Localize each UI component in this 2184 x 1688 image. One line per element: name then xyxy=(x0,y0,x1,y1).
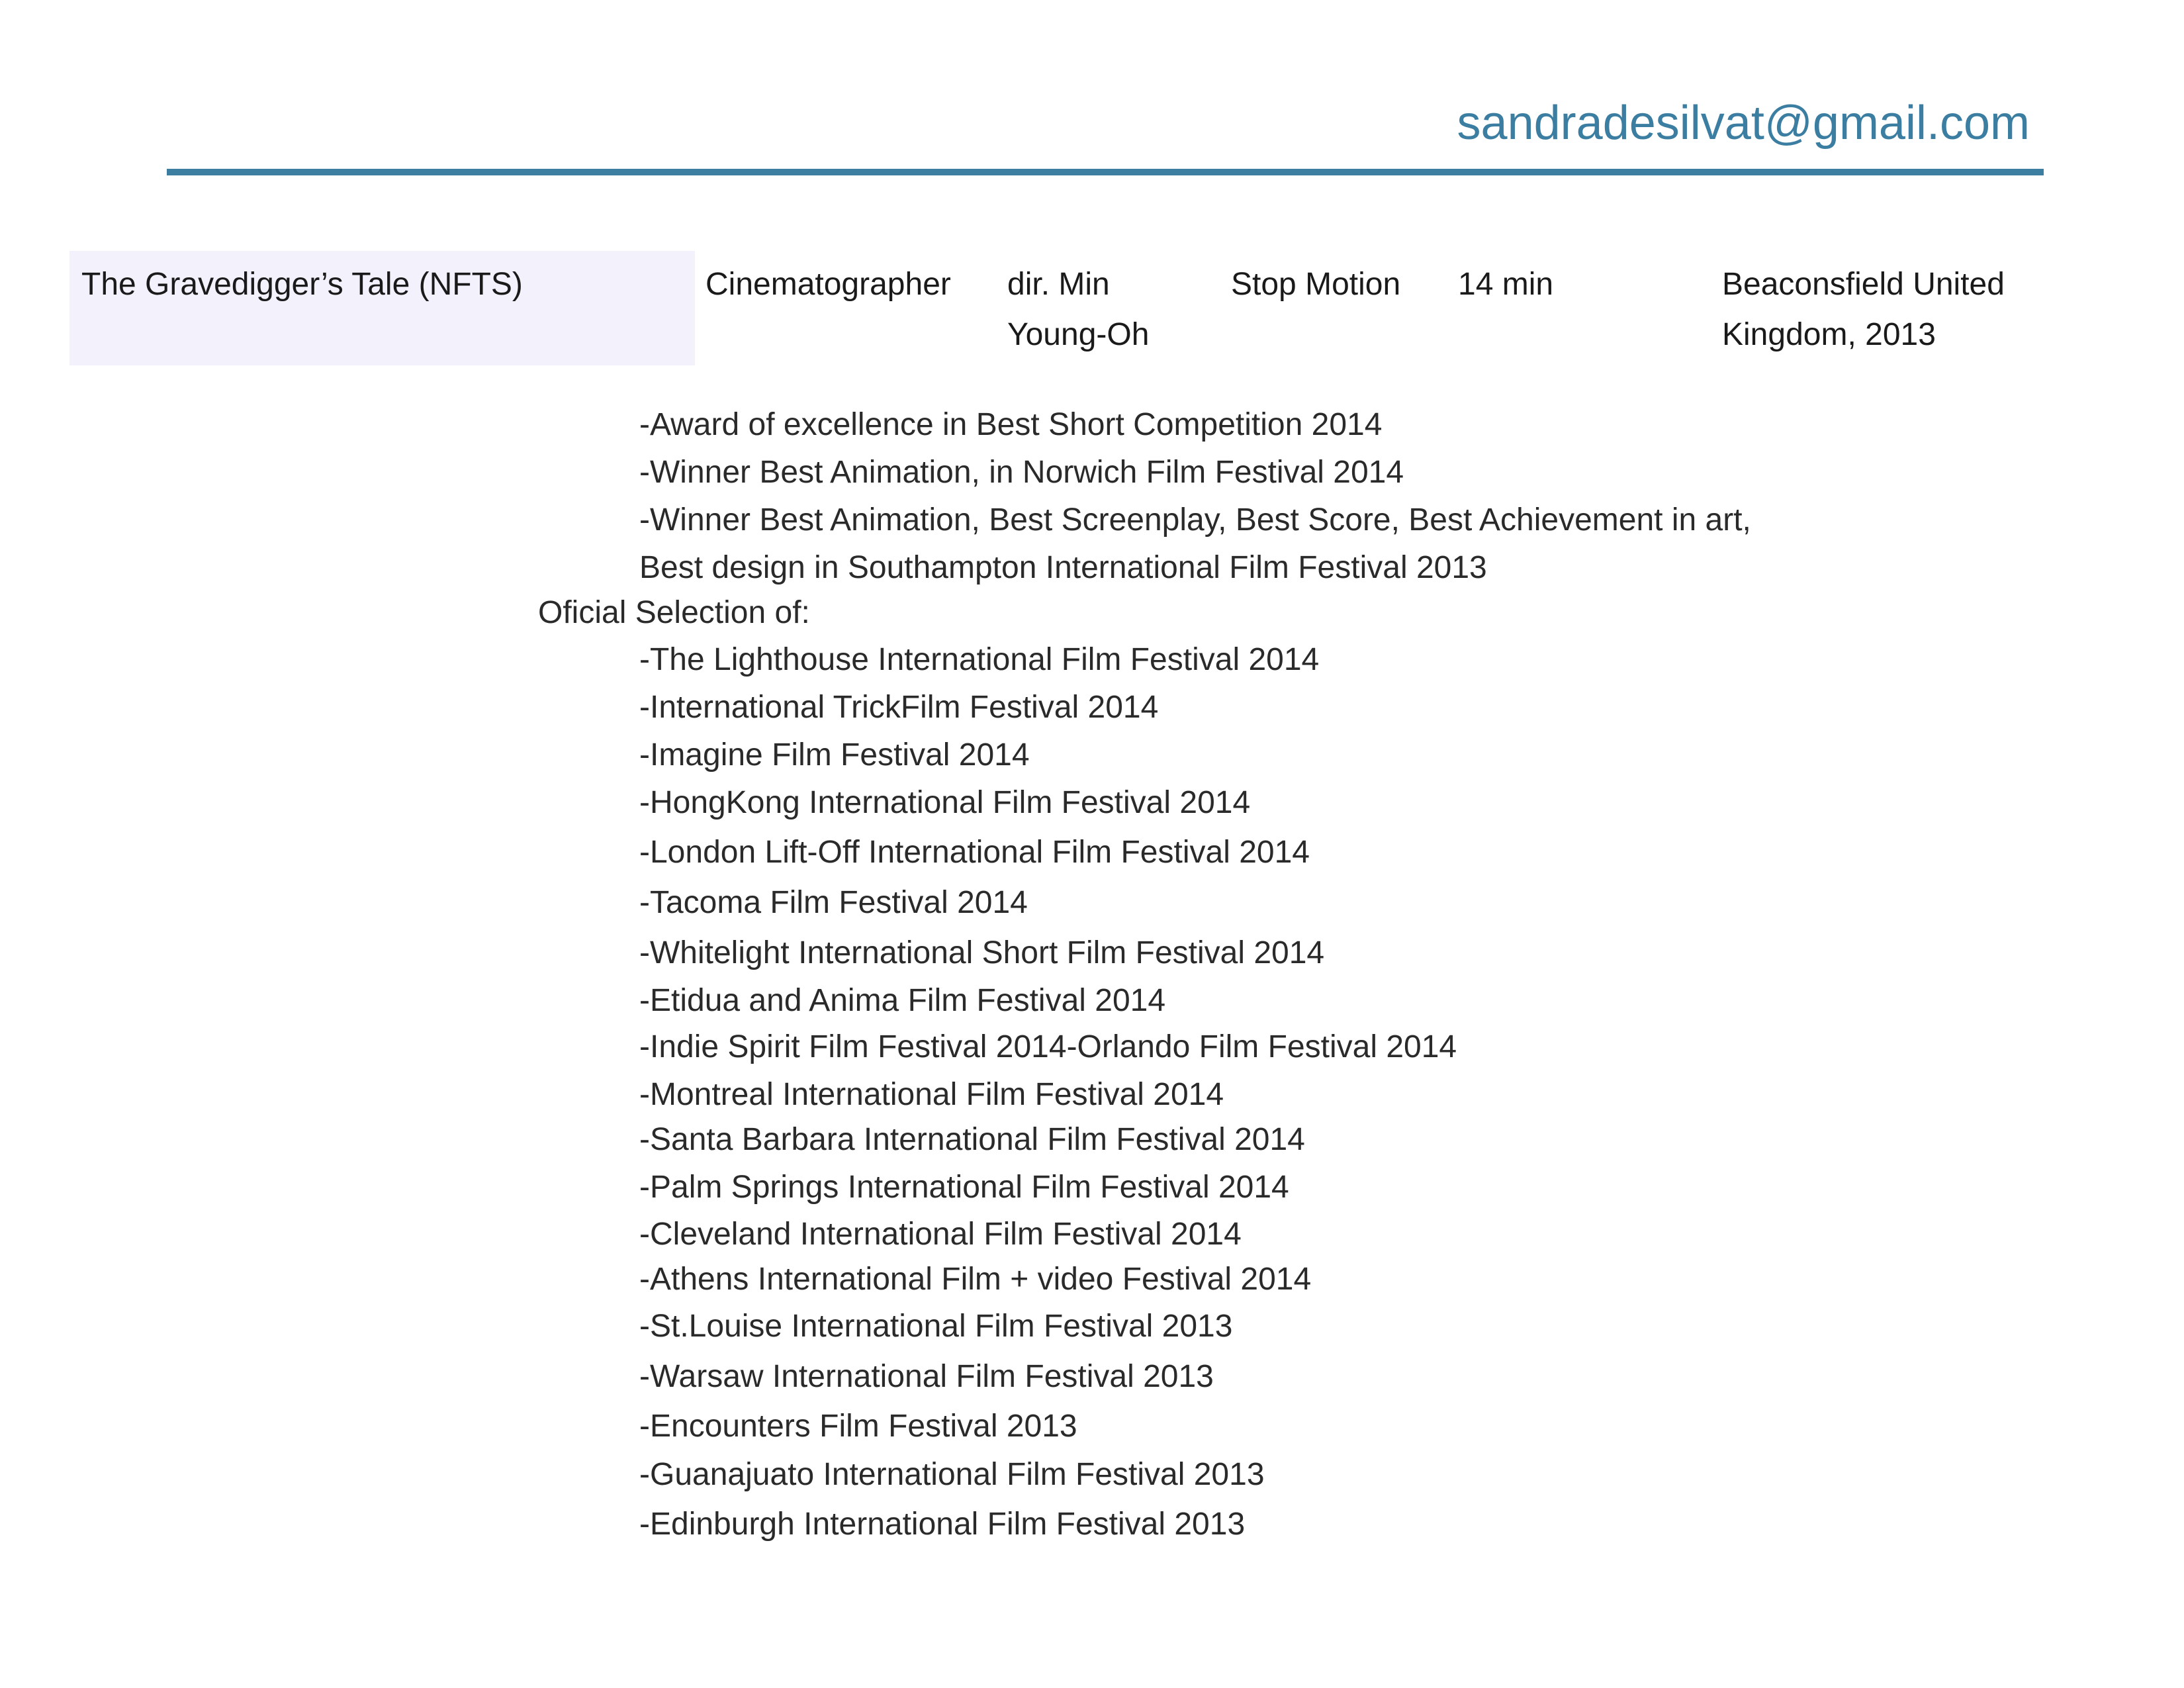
credit-director-line2: Young-Oh xyxy=(1007,317,1150,352)
credit-director-line1: dir. Min xyxy=(1007,267,1110,302)
selection-item: -Imagine Film Festival 2014 xyxy=(639,737,1030,773)
contact-email: sandradesilvat@gmail.com xyxy=(1457,97,2030,150)
credit-technique: Stop Motion xyxy=(1231,267,1401,302)
credit-location: Beaconsfield United Kingdom, 2013 xyxy=(1722,259,2005,360)
selection-item: -Warsaw International Film Festival 2013 xyxy=(639,1359,1214,1394)
credit-location-line2: Kingdom, 2013 xyxy=(1722,317,1936,352)
award-item: -Award of excellence in Best Short Compe… xyxy=(639,407,1383,442)
credit-duration: 14 min xyxy=(1458,267,1554,302)
selection-item: -Edinburgh International Film Festival 2… xyxy=(639,1507,1246,1542)
award-item: -Winner Best Animation, in Norwich Film … xyxy=(639,455,1404,490)
selection-item: -Tacoma Film Festival 2014 xyxy=(639,885,1028,920)
header-rule xyxy=(167,169,2044,175)
selection-item: -International TrickFilm Festival 2014 xyxy=(639,690,1159,725)
selection-item: -Palm Springs International Film Festiva… xyxy=(639,1170,1289,1205)
selection-item: -London Lift-Off International Film Fest… xyxy=(639,835,1310,870)
selection-item: -Encounters Film Festival 2013 xyxy=(639,1409,1077,1444)
award-item: Best design in Southampton International… xyxy=(639,550,1487,585)
credit-director: dir. Min Young-Oh xyxy=(1007,259,1149,360)
selection-item: -Athens International Film + video Festi… xyxy=(639,1262,1312,1297)
credit-location-line1: Beaconsfield United xyxy=(1722,267,2005,302)
selection-item: -The Lighthouse International Film Festi… xyxy=(639,642,1320,677)
selection-item: -HongKong International Film Festival 20… xyxy=(639,785,1251,820)
selection-item: -Indie Spirit Film Festival 2014-Orlando… xyxy=(639,1029,1457,1064)
selection-item: -St.Louise International Film Festival 2… xyxy=(639,1309,1233,1344)
selection-item: -Etidua and Anima Film Festival 2014 xyxy=(639,983,1166,1018)
selection-heading: Oficial Selection of: xyxy=(538,595,810,630)
credit-title: The Gravedigger’s Tale (NFTS) xyxy=(81,267,523,302)
selection-item: -Cleveland International Film Festival 2… xyxy=(639,1217,1242,1252)
award-item: -Winner Best Animation, Best Screenplay,… xyxy=(639,502,1751,538)
selection-item: -Guanajuato International Film Festival … xyxy=(639,1457,1265,1492)
selection-item: -Montreal International Film Festival 20… xyxy=(639,1077,1224,1112)
selection-item: -Santa Barbara International Film Festiv… xyxy=(639,1122,1305,1157)
selection-item: -Whitelight International Short Film Fes… xyxy=(639,935,1325,970)
credit-role: Cinematographer xyxy=(705,267,951,302)
